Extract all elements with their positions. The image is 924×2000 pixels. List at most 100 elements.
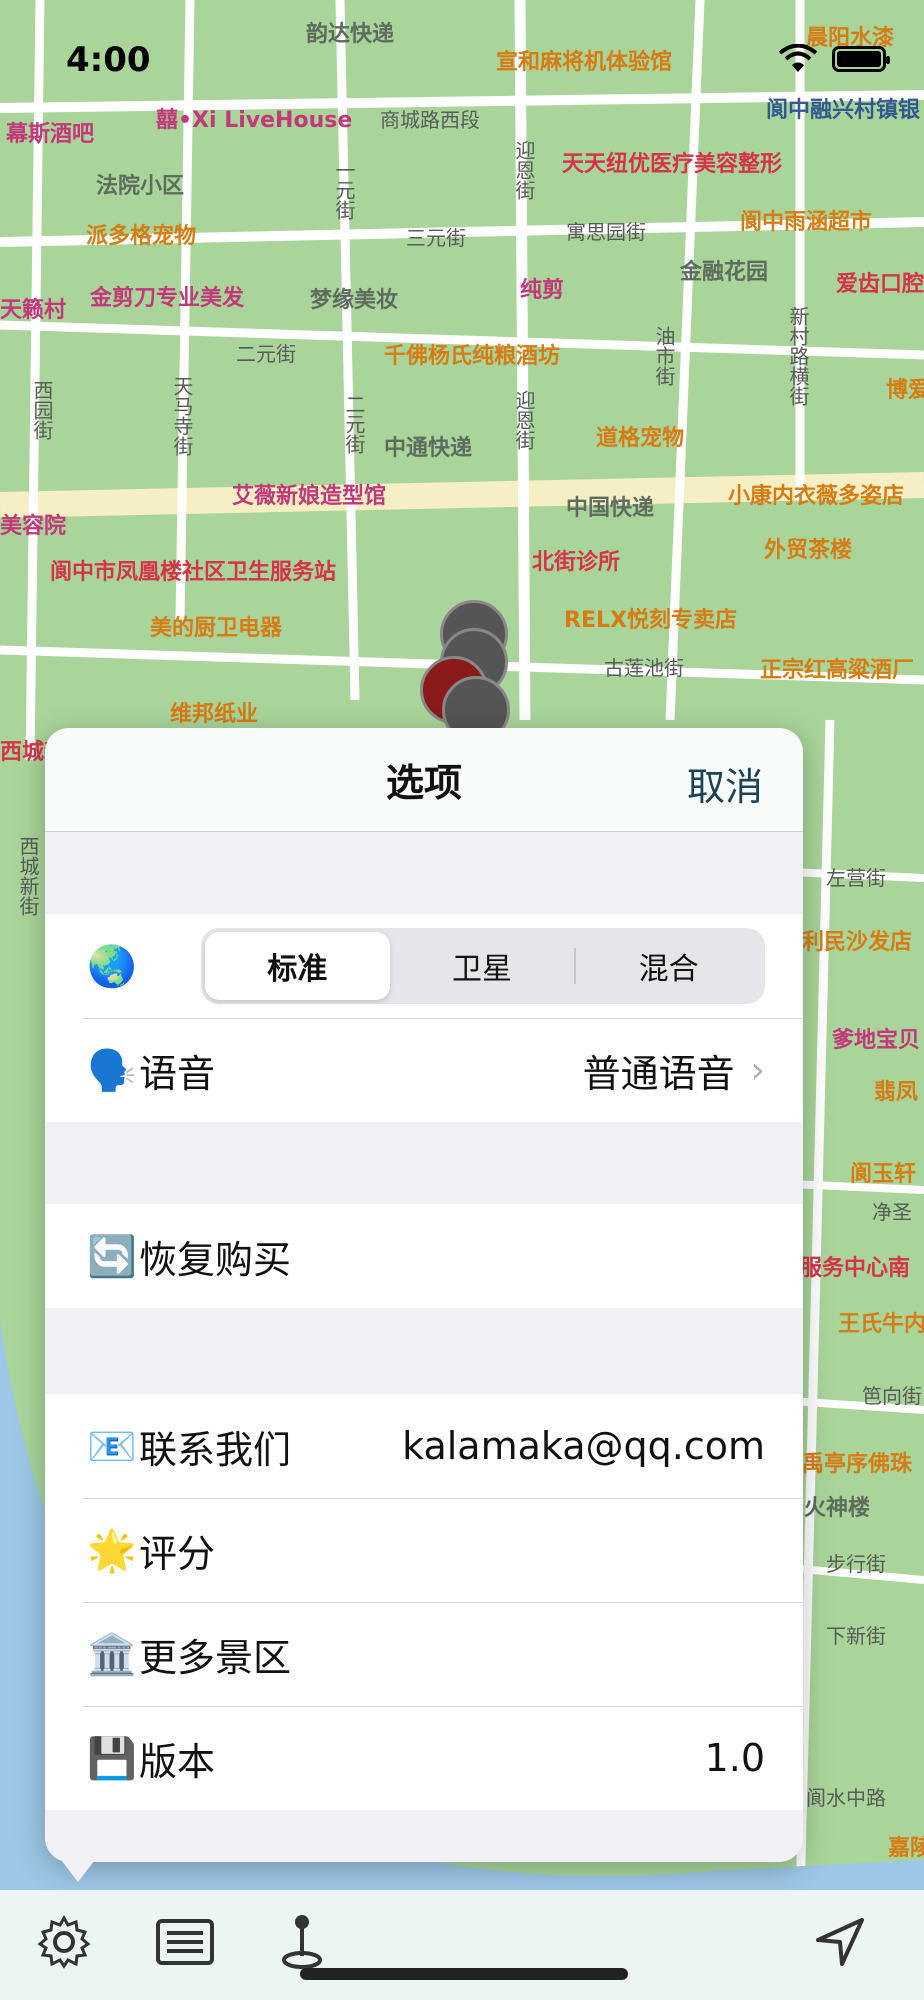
map-poi[interactable]: 金剪刀专业美发 xyxy=(90,280,244,312)
map-road-label: 步行街 xyxy=(826,1552,886,1576)
map-road-label: 迎恩街 xyxy=(512,390,536,450)
classical-building-icon: 🏛️ xyxy=(87,1631,137,1678)
map-poi[interactable]: 派多格宠物 xyxy=(86,218,196,250)
map-road-label: 笆向街 xyxy=(862,1384,922,1408)
rate-row[interactable]: 🌟 评分 xyxy=(45,1498,803,1602)
restore-purchase-row[interactable]: 🔄 恢复购买 xyxy=(45,1204,803,1308)
map-road-label: 古莲池街 xyxy=(604,656,684,680)
contact-email: kalamaka@qq.com xyxy=(402,1424,765,1468)
map-poi[interactable]: 金融花园 xyxy=(680,254,768,286)
map-poi[interactable]: 正宗红高粱酒厂 xyxy=(760,652,914,684)
restore-purchase-label: 恢复购买 xyxy=(139,1237,292,1282)
map-poi[interactable]: 北街诊所 xyxy=(532,544,620,576)
more-scenic-spots-row[interactable]: 🏛️ 更多景区 xyxy=(45,1602,803,1706)
map-pin-cluster[interactable] xyxy=(420,600,520,744)
map-poi[interactable]: 维邦纸业 xyxy=(170,696,258,728)
map-poi[interactable]: 阆玉轩 xyxy=(850,1156,916,1188)
map-type-segmented-control[interactable]: 标准 卫星 混合 xyxy=(201,928,765,1004)
battery-icon xyxy=(832,46,890,72)
map-road-label: 新村路横街 xyxy=(786,306,810,406)
map-type-row: 🌏 标准 卫星 混合 xyxy=(45,914,803,1018)
section-gap xyxy=(45,1122,803,1204)
segment-hybrid[interactable]: 混合 xyxy=(576,932,761,1000)
map-road-label: 一元街 xyxy=(332,160,356,220)
chevron-right-icon: › xyxy=(750,1049,765,1091)
more-scenic-spots-label: 更多景区 xyxy=(139,1635,292,1680)
map-poi[interactable]: 中国快递 xyxy=(566,490,654,522)
pin-icon[interactable] xyxy=(272,1912,332,1972)
section-gap xyxy=(45,1308,803,1394)
section-gap xyxy=(45,832,803,914)
map-poi[interactable]: 天籁村 xyxy=(0,292,66,324)
language-row[interactable]: 🗣️ 语音 普通语音 › xyxy=(45,1018,803,1122)
language-value: 普通语音 xyxy=(582,1051,735,1096)
contact-label: 联系我们 xyxy=(139,1427,292,1472)
status-time: 4:00 xyxy=(66,40,151,80)
map-road-label: 商城路西段 xyxy=(380,108,480,132)
map-poi[interactable]: 美容院 xyxy=(0,508,66,540)
map-poi[interactable]: 外贸茶楼 xyxy=(764,532,852,564)
map-poi[interactable]: 艾薇新娘造型馆 xyxy=(232,478,386,510)
map-poi[interactable]: 美的厨卫电器 xyxy=(150,610,282,642)
email-icon: 📧 xyxy=(87,1423,137,1470)
star-icon: 🌟 xyxy=(87,1527,137,1574)
segment-standard[interactable]: 标准 xyxy=(205,932,390,1000)
globe-icon: 🌏 xyxy=(87,943,137,990)
map-poi[interactable]: 中通快递 xyxy=(384,430,472,462)
map-poi[interactable]: 禹亭序佛珠 xyxy=(802,1446,912,1478)
sheet-header: 选项 取消 xyxy=(45,728,803,832)
map-poi[interactable]: 阆中市凤凰楼社区卫生服务站 xyxy=(50,554,336,586)
map-poi[interactable]: 博爱 xyxy=(886,372,924,404)
map-poi[interactable]: 阆中融兴村镇银 xyxy=(766,92,920,124)
map-poi[interactable]: 千佛杨氏纯粮酒坊 xyxy=(384,338,560,370)
map-poi[interactable]: 阆中雨涵超市 xyxy=(740,204,872,236)
segment-satellite[interactable]: 卫星 xyxy=(390,932,575,1000)
rate-label: 评分 xyxy=(139,1531,216,1576)
map-poi[interactable]: 韵达快递 xyxy=(306,16,394,48)
options-sheet: 选项 取消 🌏 标准 卫星 混合 🗣️ 语音 普通语音 › 🔄 恢复购买 📧 联… xyxy=(45,728,803,1862)
version-row: 💾 版本 1.0 xyxy=(45,1706,803,1810)
map-poi[interactable]: 服务中心南 xyxy=(800,1250,910,1282)
contact-row[interactable]: 📧 联系我们 kalamaka@qq.com xyxy=(45,1394,803,1498)
map-poi[interactable]: RELX悦刻专卖店 xyxy=(564,602,737,634)
list-icon[interactable] xyxy=(154,1912,216,1972)
map-poi[interactable]: 囍•Xi LiveHouse xyxy=(156,102,352,134)
refresh-icon: 🔄 xyxy=(87,1233,137,1280)
map-poi[interactable]: 王氏牛内 xyxy=(838,1306,924,1338)
home-indicator xyxy=(300,1968,628,1980)
map-road-label: 左营街 xyxy=(826,866,886,890)
version-label: 版本 xyxy=(139,1739,216,1784)
location-arrow-icon[interactable] xyxy=(810,1912,870,1972)
map-poi[interactable]: 天天纽优医疗美容整形 xyxy=(562,146,782,178)
map-poi[interactable]: 梦缘美妆 xyxy=(310,282,398,314)
floppy-disk-icon: 💾 xyxy=(87,1735,137,1782)
language-label: 语音 xyxy=(139,1051,216,1096)
map-poi[interactable]: 爱齿口腔 xyxy=(836,266,924,298)
map-poi[interactable]: 法院小区 xyxy=(96,168,184,200)
wifi-icon xyxy=(778,44,818,72)
map-poi[interactable]: 道格宠物 xyxy=(596,420,684,452)
map-road-label: 迎恩街 xyxy=(512,140,536,200)
map-poi[interactable]: 爹地宝贝 xyxy=(832,1022,920,1054)
status-icons xyxy=(778,44,890,74)
map-poi[interactable]: 幕斯酒吧 xyxy=(6,116,94,148)
settings-group-about: 📧 联系我们 kalamaka@qq.com 🌟 评分 🏛️ 更多景区 💾 版本… xyxy=(45,1394,803,1810)
map-poi[interactable]: 嘉陵 xyxy=(888,1830,924,1862)
map-road-label: 下新街 xyxy=(826,1624,886,1648)
gear-icon[interactable] xyxy=(34,1912,94,1972)
map-poi[interactable]: 宣和麻将机体验馆 xyxy=(496,44,672,76)
map-road-label: 西城新街 xyxy=(16,836,40,916)
map-poi[interactable]: 小康内衣薇多姿店 xyxy=(728,478,904,510)
map-poi[interactable]: 利民沙发店 xyxy=(802,924,912,956)
map-poi[interactable]: 纯剪 xyxy=(520,272,564,304)
settings-group-purchase: 🔄 恢复购买 xyxy=(45,1204,803,1308)
cancel-button[interactable]: 取消 xyxy=(687,756,763,811)
version-value: 1.0 xyxy=(704,1736,765,1780)
map-road-label: 阆水中路 xyxy=(806,1786,886,1810)
bottom-toolbar xyxy=(0,1890,924,2000)
map-road-label: 净圣 xyxy=(872,1200,912,1224)
map-poi[interactable]: 火神楼 xyxy=(804,1490,870,1522)
settings-group-map: 🌏 标准 卫星 混合 🗣️ 语音 普通语音 › xyxy=(45,914,803,1122)
map-road-label: 三元街 xyxy=(406,226,466,250)
map-poi[interactable]: 翡凤 xyxy=(874,1074,918,1106)
